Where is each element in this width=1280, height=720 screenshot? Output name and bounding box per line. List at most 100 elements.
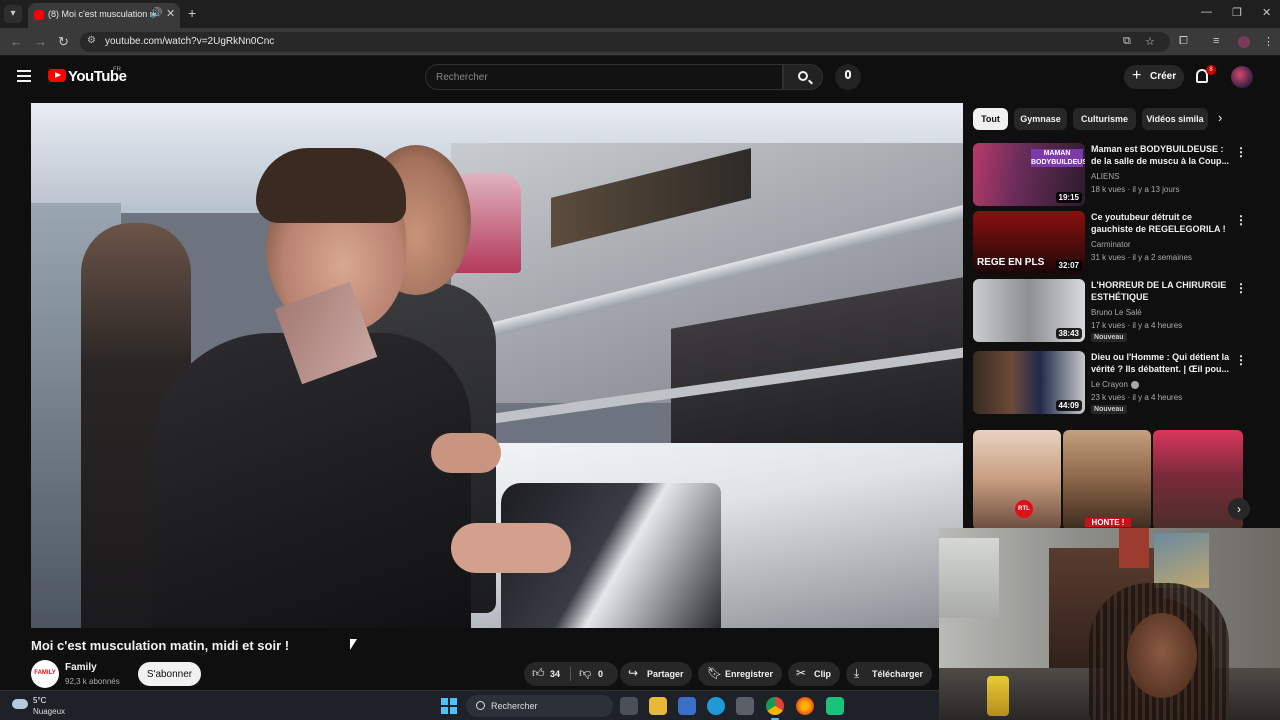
recommendation-meta: 31 k vues · il y a 2 semaines — [1091, 253, 1192, 262]
profile-avatar[interactable] — [1238, 36, 1250, 48]
chrome-icon[interactable] — [766, 697, 784, 720]
thumbnail-overlay-text: RTL — [1015, 500, 1033, 518]
bookmark-star-icon[interactable]: ☆ — [1145, 35, 1155, 48]
recommendation-channel[interactable]: Le Crayon — [1091, 380, 1139, 389]
edge-icon[interactable] — [707, 697, 725, 715]
chip-bodybuilding[interactable]: Culturisme — [1073, 108, 1136, 130]
tab-list-button[interactable]: ▾ — [4, 5, 22, 23]
video-thumbnail[interactable]: 38:43 — [973, 279, 1085, 342]
close-window-icon[interactable]: ✕ — [1262, 6, 1271, 19]
maximize-icon[interactable]: ❐ — [1232, 6, 1242, 19]
short-thumbnail[interactable]: RTL — [973, 430, 1061, 530]
share-arrow-icon: ↪ — [628, 666, 639, 680]
recommendation-title[interactable]: Dieu ou l'Homme : Qui détient la vérité … — [1091, 351, 1231, 375]
microsoft-store-icon[interactable] — [736, 697, 754, 715]
close-tab-icon[interactable]: ✕ — [166, 7, 175, 20]
subscriber-count: 92,3 k abonnés — [65, 677, 120, 686]
recommendation-title[interactable]: Ce youtubeur détruit ce gauchiste de REG… — [1091, 211, 1231, 235]
dislike-count[interactable]: 0 — [598, 669, 603, 679]
speaker-icon[interactable]: 🔊 — [150, 8, 162, 19]
weather-description[interactable]: Nuageux — [33, 707, 65, 716]
video-thumbnail[interactable]: REGE EN PLS 32:07 — [973, 211, 1085, 274]
like-dislike-group: 👍︎ 34 👎︎ 0 — [524, 662, 618, 686]
address-bar-row: ← → ↻ ⚙ youtube.com/watch?v=2UgRkNn0Cnc … — [0, 28, 1280, 56]
share-button[interactable]: ↪ Partager — [620, 662, 692, 686]
chip-gym[interactable]: Gymnase — [1014, 108, 1067, 130]
video-thumbnail[interactable]: 44:09 — [973, 351, 1085, 414]
country-code: FR — [113, 67, 121, 73]
account-avatar[interactable] — [1231, 66, 1253, 88]
browser-menu-icon[interactable]: ⋮ — [1263, 35, 1274, 48]
recommendation-item[interactable]: REGE EN PLS 32:07 Ce youtubeur détruit c… — [973, 211, 1253, 275]
subscribe-label: S'abonner — [146, 669, 193, 680]
extensions-icon[interactable]: ⧠ — [1179, 35, 1188, 48]
video-player[interactable] — [31, 103, 963, 628]
clip-label: Clip — [814, 669, 831, 679]
store-icon[interactable] — [678, 697, 696, 715]
chip-all[interactable]: Tout — [973, 108, 1008, 130]
recommendation-channel[interactable]: Carminator — [1091, 240, 1131, 249]
recommendation-item[interactable]: MAMAN BODYBUILDEUSE 19:15 Maman est BODY… — [973, 143, 1253, 207]
minimize-icon[interactable]: — — [1201, 6, 1212, 18]
chevron-right-icon[interactable]: › — [1218, 110, 1222, 125]
new-tab-button[interactable]: + — [188, 5, 196, 21]
download-button[interactable]: ⤓ Télécharger — [846, 662, 932, 686]
recommendation-meta: 23 k vues · il y a 4 heures — [1091, 393, 1183, 402]
short-thumbnail[interactable]: HONTE ! — [1063, 430, 1151, 530]
browser-tab-youtube[interactable]: (8) Moi c'est musculation m 🔊 ✕ — [28, 3, 180, 28]
channel-avatar[interactable]: FAMILY — [31, 660, 59, 688]
clip-button[interactable]: ✂ Clip — [788, 662, 840, 686]
recommendation-title[interactable]: L'HORREUR DE LA CHIRURGIE ESTHÉTIQUE — [1091, 279, 1231, 303]
recommendation-meta: 17 k vues · il y a 4 heures — [1091, 321, 1183, 330]
search-input[interactable]: Rechercher — [425, 64, 783, 90]
recommendation-item[interactable]: 38:43 L'HORREUR DE LA CHIRURGIE ESTHÉTIQ… — [973, 279, 1253, 343]
back-icon[interactable]: ← — [10, 34, 23, 49]
taskbar-search-label: Rechercher — [491, 701, 538, 711]
file-explorer-icon[interactable] — [649, 697, 667, 715]
more-options-icon[interactable]: ⋮ — [1235, 213, 1247, 227]
like-count[interactable]: 34 — [550, 669, 560, 679]
new-badge: Nouveau — [1091, 333, 1127, 342]
thumbnail-overlay-text: HONTE ! — [1085, 518, 1131, 527]
cloud-icon[interactable] — [12, 699, 28, 709]
recommendation-meta: 18 k vues · il y a 13 jours — [1091, 185, 1180, 194]
recommendation-channel[interactable]: Bruno Le Salé — [1091, 308, 1142, 317]
more-options-icon[interactable]: ⋮ — [1235, 281, 1247, 295]
app-icon[interactable] — [826, 697, 844, 715]
tab-search-icon[interactable]: ≡ — [1213, 35, 1219, 47]
reload-icon[interactable]: ↻ — [58, 34, 69, 50]
install-app-icon[interactable]: ⧉ — [1123, 35, 1131, 48]
save-bookmark-icon: 🔖︎ — [707, 666, 723, 680]
mouse-cursor-icon — [350, 639, 357, 650]
chevron-right-icon[interactable]: › — [1228, 498, 1250, 520]
duration-badge: 44:09 — [1055, 400, 1082, 411]
verified-check-icon — [1130, 380, 1139, 389]
url-bar[interactable]: ⚙ youtube.com/watch?v=2UgRkNn0Cnc ⧉ ☆ — [80, 32, 1170, 52]
scene-hands — [451, 523, 571, 573]
task-view-icon[interactable] — [620, 697, 638, 715]
taskbar-search[interactable]: Rechercher — [466, 695, 613, 717]
site-info-icon[interactable]: ⚙ — [87, 35, 96, 46]
recommendation-item[interactable]: 44:09 Dieu ou l'Homme : Qui détient la v… — [973, 351, 1253, 415]
chip-similar-videos[interactable]: Vidéos simila — [1142, 108, 1208, 130]
search-button[interactable] — [783, 64, 823, 90]
save-button[interactable]: 🔖︎ Enregistrer — [698, 662, 782, 686]
more-options-icon[interactable]: ⋮ — [1235, 353, 1247, 367]
weather-temperature[interactable]: 5°C — [33, 696, 46, 705]
video-thumbnail[interactable]: MAMAN BODYBUILDEUSE 19:15 — [973, 143, 1085, 206]
youtube-logo-icon[interactable] — [48, 69, 66, 82]
voice-search-button[interactable] — [835, 64, 861, 90]
hamburger-menu-icon[interactable] — [17, 70, 31, 82]
thumbs-down-icon[interactable]: 👎︎ — [579, 666, 591, 681]
recommendation-channel[interactable]: ALIENS — [1091, 172, 1119, 181]
thumbs-up-icon[interactable]: 👍︎ — [532, 666, 545, 681]
webcam-overlay — [939, 528, 1280, 720]
firefox-icon[interactable] — [796, 697, 814, 715]
windows-start-icon[interactable] — [441, 698, 457, 714]
recommendation-title[interactable]: Maman est BODYBUILDEUSE : de la salle de… — [1091, 143, 1231, 167]
more-options-icon[interactable]: ⋮ — [1235, 145, 1247, 159]
forward-icon[interactable]: → — [34, 34, 47, 49]
channel-name[interactable]: Family — [65, 662, 97, 673]
subscribe-button[interactable]: S'abonner — [138, 662, 201, 686]
create-button[interactable]: + Créer — [1124, 65, 1184, 89]
